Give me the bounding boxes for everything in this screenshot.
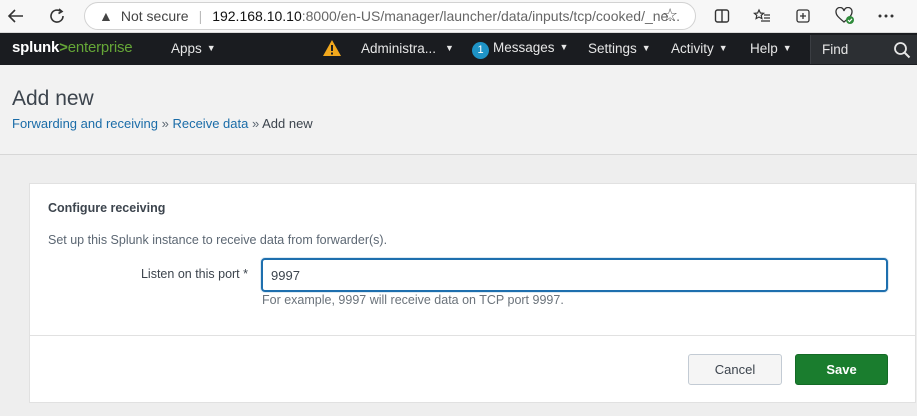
section-description: Set up this Splunk instance to receive d… — [48, 233, 388, 247]
configure-receiving-form: Configure receiving Set up this Splunk i… — [29, 183, 916, 403]
url-host: 192.168.10.10 — [212, 8, 302, 24]
reload-icon[interactable] — [45, 5, 69, 27]
collections-icon[interactable] — [791, 5, 815, 27]
breadcrumb: Forwarding and receiving » Receive data … — [12, 116, 313, 131]
splunk-logo[interactable]: splunk>enterprise — [12, 39, 133, 56]
section-title: Configure receiving — [48, 201, 166, 215]
logo-enterprise-text: enterprise — [67, 39, 133, 56]
find-search-input[interactable]: Find — [810, 35, 917, 64]
breadcrumb-forwarding-link[interactable]: Forwarding and receiving — [12, 116, 158, 131]
form-footer-divider — [30, 335, 915, 336]
address-bar[interactable]: ▲ Not secure | 192.168.10.10 :8000/en-US… — [84, 2, 696, 30]
activity-menu[interactable]: Activity ▼ — [671, 41, 728, 56]
browser-essentials-icon[interactable] — [833, 5, 857, 27]
breadcrumb-current: Add new — [262, 116, 313, 131]
activity-label: Activity — [671, 41, 714, 56]
warning-triangle-icon[interactable] — [322, 39, 342, 57]
chevron-down-icon: ▼ — [718, 43, 728, 53]
port-help-text: For example, 9997 will receive data on T… — [262, 293, 564, 307]
logo-gt-text: > — [59, 39, 68, 56]
port-field-label: Listen on this port * — [140, 267, 248, 281]
apps-label: Apps — [171, 41, 202, 56]
search-icon[interactable] — [893, 41, 911, 59]
breadcrumb-separator: » — [161, 116, 169, 131]
chevron-down-icon: ▼ — [641, 43, 651, 53]
browser-toolbar: ▲ Not secure | 192.168.10.10 :8000/en-US… — [0, 0, 917, 33]
url-path: :8000/en-US/manager/launcher/data/inputs… — [301, 8, 680, 24]
more-options-icon[interactable] — [874, 5, 898, 27]
back-icon[interactable] — [4, 5, 28, 27]
breadcrumb-receive-data-link[interactable]: Receive data — [172, 116, 248, 131]
help-label: Help — [750, 41, 778, 56]
address-separator: | — [198, 8, 203, 24]
cancel-button[interactable]: Cancel — [688, 354, 782, 385]
chevron-down-icon: ▼ — [559, 42, 569, 52]
chevron-down-icon: ▼ — [782, 43, 792, 53]
messages-label: Messages — [493, 40, 555, 55]
messages-count-badge: 1 — [472, 42, 489, 59]
split-screen-icon[interactable] — [710, 5, 734, 27]
settings-label: Settings — [588, 41, 637, 56]
chevron-down-icon: ▼ — [206, 43, 216, 53]
administrator-menu[interactable]: Administra... ▼ — [361, 41, 454, 56]
save-button[interactable]: Save — [795, 354, 888, 385]
breadcrumb-separator: » — [251, 116, 260, 131]
administrator-label: Administra... — [361, 41, 437, 56]
settings-menu[interactable]: Settings ▼ — [588, 41, 651, 56]
chevron-down-icon: ▼ — [445, 43, 454, 53]
apps-menu[interactable]: Apps ▼ — [171, 41, 216, 56]
splunk-nav-bar: splunk>enterprise Apps ▼ Administra... ▼ 1… — [0, 33, 917, 65]
find-placeholder: Find — [822, 42, 849, 57]
security-status: Not secure — [120, 8, 189, 24]
logo-splunk-text: splunk — [12, 39, 60, 56]
listen-port-input[interactable] — [261, 258, 888, 292]
favorite-star-icon[interactable]: ☆ — [662, 5, 678, 26]
warning-icon: ▲ — [99, 8, 113, 24]
help-menu[interactable]: Help ▼ — [750, 41, 792, 56]
favorites-list-icon[interactable] — [750, 5, 774, 27]
page-title: Add new — [12, 87, 94, 110]
messages-menu[interactable]: 1 Messages ▼ — [472, 40, 568, 59]
page-header: Add new Forwarding and receiving » Recei… — [0, 65, 917, 155]
